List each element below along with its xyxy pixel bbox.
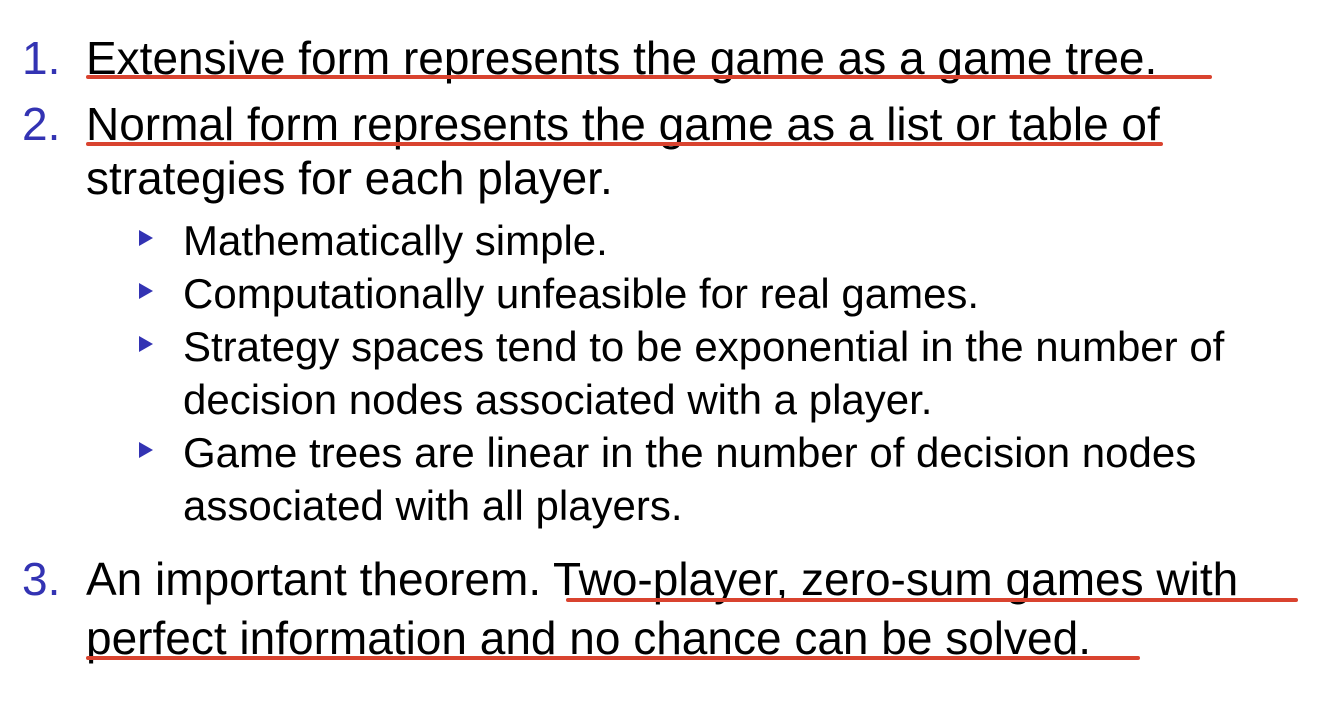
bullet-4-triangle-icon [139,442,153,458]
item-number-2: 2. [22,98,61,150]
item-2-line-2: strategies for each player. [86,152,613,204]
bullet-1-text: Mathematically simple. [183,217,608,264]
item-3-underline-1 [566,598,1298,602]
bullet-3-triangle-icon [139,336,153,352]
item-3-line-1: An important theorem. Two-player, zero-s… [86,556,1238,602]
bullet-1-triangle-icon [139,230,153,246]
bullet-4-text-line-1: Game trees are linear in the number of d… [183,429,1197,476]
item-1-underline [86,75,1212,79]
bullet-2-triangle-icon [139,283,153,299]
bullet-4-text-line-2: associated with all players. [183,482,683,529]
item-2-line-1: Normal form represents the game as a lis… [86,101,1160,147]
item-2-underline [86,142,1163,146]
item-3-line-2: perfect information and no chance can be… [86,612,1091,664]
item-number-1: 1. [22,32,61,84]
item-3-plain-text: An important theorem. [86,553,542,605]
bullet-3-text-line-1: Strategy spaces tend to be exponential i… [183,323,1225,370]
item-3-underline-2 [86,656,1140,660]
item-number-3: 3. [22,553,61,605]
bullet-3-text-line-2: decision nodes associated with a player. [183,376,933,423]
bullet-2-text: Computationally unfeasible for real game… [183,270,980,317]
